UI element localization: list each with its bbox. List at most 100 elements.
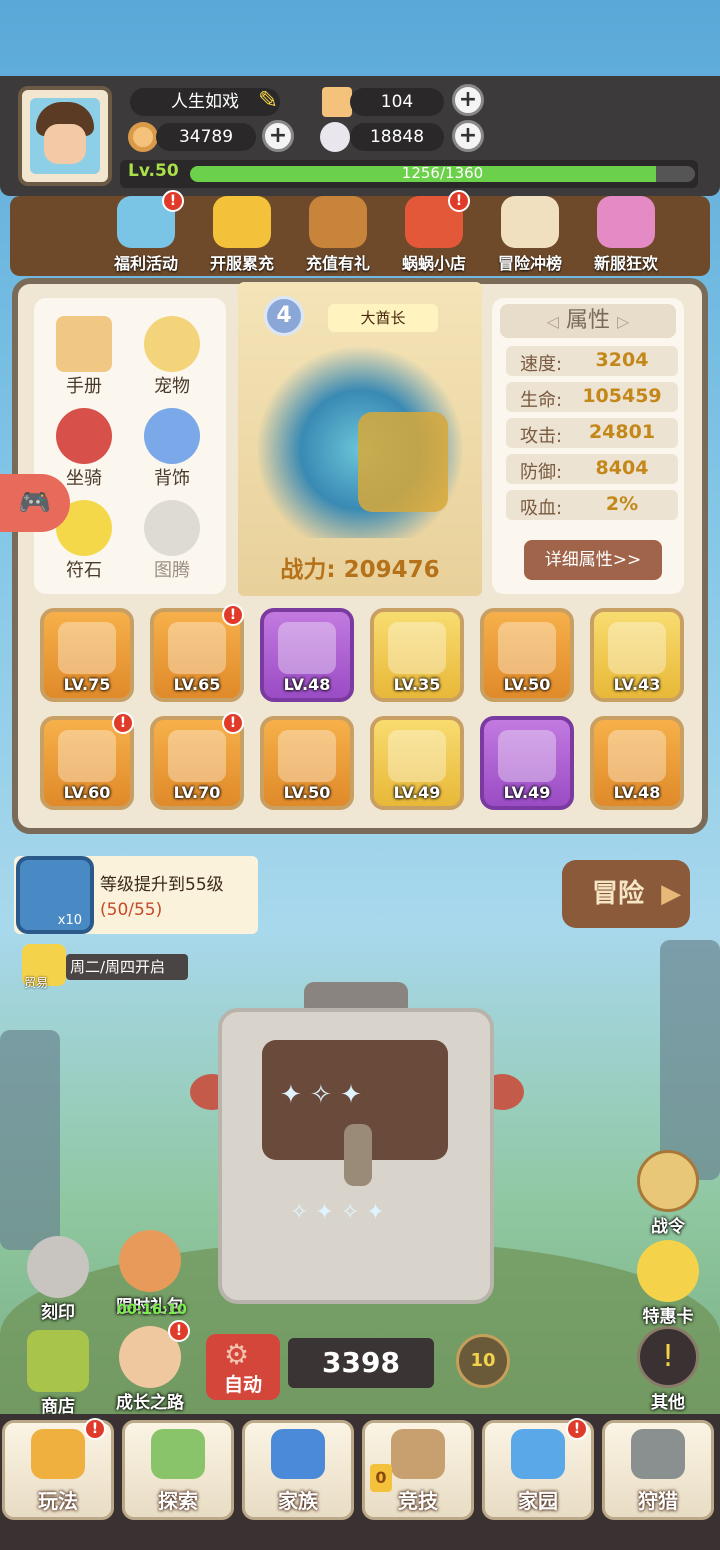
- menu-totem[interactable]: 图腾: [132, 500, 212, 582]
- beast-head-icon: [631, 1429, 685, 1479]
- menu-handbook[interactable]: 手册: [44, 316, 124, 398]
- nav-clan[interactable]: 家族: [242, 1420, 354, 1520]
- arrow-left-icon[interactable]: ◁: [547, 312, 559, 331]
- equip-slot-9[interactable]: LV.50: [260, 716, 354, 810]
- wristband-icon: [278, 730, 336, 782]
- horn-shield-icon: [608, 622, 666, 674]
- engrave-button[interactable]: 刻印: [18, 1236, 98, 1323]
- activity-adventure-rank[interactable]: 冒险冲榜: [482, 196, 578, 274]
- chick-icon: [144, 316, 200, 372]
- stone-pillar-left: [0, 1030, 60, 1250]
- party-characters-icon: [597, 196, 655, 248]
- wings-icon: [144, 408, 200, 464]
- auto-button[interactable]: ⚙ 自动: [206, 1334, 280, 1400]
- equip-slot-4[interactable]: LV.35: [370, 608, 464, 702]
- totem-board-icon: !: [637, 1326, 699, 1388]
- player-avatar[interactable]: [18, 86, 112, 186]
- map-icon: [151, 1429, 205, 1479]
- attr-hp: 生命: 105459: [506, 382, 678, 412]
- add-shells-button[interactable]: +: [452, 120, 484, 152]
- nav-hunt[interactable]: 狩猎: [602, 1420, 714, 1520]
- special-card-button[interactable]: 特惠卡: [628, 1240, 708, 1327]
- crown-card-icon: [637, 1240, 699, 1302]
- quest-reward-icon[interactable]: x10: [16, 856, 94, 934]
- alert-badge: !: [448, 190, 470, 212]
- bone-armor-icon: [168, 730, 226, 782]
- sparkle-icon: ✧ ✦ ✧ ✦: [290, 1200, 385, 1225]
- medal-icon: [213, 196, 271, 248]
- dino-icon: [56, 408, 112, 464]
- star-shield-icon: [637, 1150, 699, 1212]
- quest-progress: (50/55): [100, 900, 163, 920]
- shop-stall-icon: [27, 1330, 89, 1392]
- trade-schedule: 周二/周四开启: [66, 954, 188, 980]
- summon-currency-count: 3398: [288, 1338, 434, 1388]
- equip-slot-1[interactable]: LV.75: [40, 608, 134, 702]
- necklace-icon: [278, 622, 336, 674]
- pants-icon: [498, 730, 556, 782]
- attr-defense: 防御: 8404: [506, 454, 678, 484]
- adventure-button[interactable]: 冒险 ▶: [562, 860, 690, 928]
- activity-open-recharge[interactable]: 开服累充: [194, 196, 290, 274]
- add-tickets-button[interactable]: +: [452, 84, 484, 116]
- feather-rename-icon[interactable]: ✎: [258, 86, 278, 114]
- hero-portrait[interactable]: 4 大酋长 战力: 209476: [238, 282, 482, 596]
- ticket-icon: [322, 87, 352, 117]
- alert-badge: !: [222, 604, 244, 626]
- coin-icon: [128, 122, 158, 152]
- equip-slot-11[interactable]: LV.49: [480, 716, 574, 810]
- multiplier-button[interactable]: 10: [456, 1334, 510, 1388]
- attr-attack: 攻击: 24801: [506, 418, 678, 448]
- hero-armor: [358, 412, 448, 512]
- nav-explore[interactable]: 探索: [122, 1420, 234, 1520]
- gift-timer: 00:16:10: [117, 1302, 187, 1318]
- stone-pillar-right: [660, 940, 720, 1180]
- boots-icon: [608, 730, 666, 782]
- equip-slot-5[interactable]: LV.50: [480, 608, 574, 702]
- axe-icon: [388, 730, 446, 782]
- quest-text: 等级提升到55级: [100, 875, 224, 895]
- arrow-right-icon: ▶: [661, 879, 682, 909]
- shell-count: 18848: [350, 123, 444, 151]
- treasure-chest-icon: [309, 196, 367, 248]
- alert-badge: !: [84, 1418, 106, 1440]
- equip-slot-12[interactable]: LV.48: [590, 716, 684, 810]
- arrow-right-icon[interactable]: ▷: [617, 312, 629, 331]
- bone-helmet-icon: [168, 622, 226, 674]
- hero-power: 战力: 209476: [280, 557, 440, 583]
- attribute-title: ◁ 属性 ▷: [500, 304, 676, 338]
- detail-attributes-button[interactable]: 详细属性>>: [524, 540, 662, 580]
- gauntlet-icon: [388, 622, 446, 674]
- shop-button[interactable]: 商店: [18, 1330, 98, 1417]
- alert-badge: !: [162, 190, 184, 212]
- equip-slot-3[interactable]: LV.48: [260, 608, 354, 702]
- home-orb-icon: [511, 1429, 565, 1479]
- stone-relic-icon: [344, 1124, 372, 1186]
- equip-slot-10[interactable]: LV.49: [370, 716, 464, 810]
- activity-recharge-gift[interactable]: 充值有礼: [290, 196, 386, 274]
- sparkle-icon: ✦ ✧ ✦: [280, 1080, 362, 1110]
- engrave-flower-icon: [27, 1236, 89, 1298]
- alert-badge: !: [168, 1320, 190, 1342]
- hero-title: 大酋长: [328, 304, 438, 332]
- activity-new-server[interactable]: 新服狂欢: [578, 196, 674, 274]
- exp-text: 1256/1360: [401, 164, 484, 182]
- add-coins-button[interactable]: +: [262, 120, 294, 152]
- gift-bag-icon: [119, 1230, 181, 1292]
- menu-pet[interactable]: 宠物: [132, 316, 212, 398]
- alert-badge: !: [222, 712, 244, 734]
- menu-back-accessory[interactable]: 背饰: [132, 408, 212, 490]
- attr-speed: 速度: 3204: [506, 346, 678, 376]
- star-mace-icon: [498, 622, 556, 674]
- tiki-mask-icon: [31, 1429, 85, 1479]
- arena-count-badge: 0: [370, 1464, 392, 1492]
- hero-rank: 4: [264, 296, 304, 336]
- gamepad-float-icon[interactable]: 🎮: [0, 474, 70, 532]
- battle-pass-button[interactable]: 战令: [628, 1150, 708, 1237]
- others-button[interactable]: ! 其他: [628, 1326, 708, 1413]
- equip-slot-6[interactable]: LV.43: [590, 608, 684, 702]
- totem-icon: [144, 500, 200, 556]
- crossed-swords-icon: [391, 1429, 445, 1479]
- skull-helmet-icon: [58, 730, 116, 782]
- clan-banner-icon: [271, 1429, 325, 1479]
